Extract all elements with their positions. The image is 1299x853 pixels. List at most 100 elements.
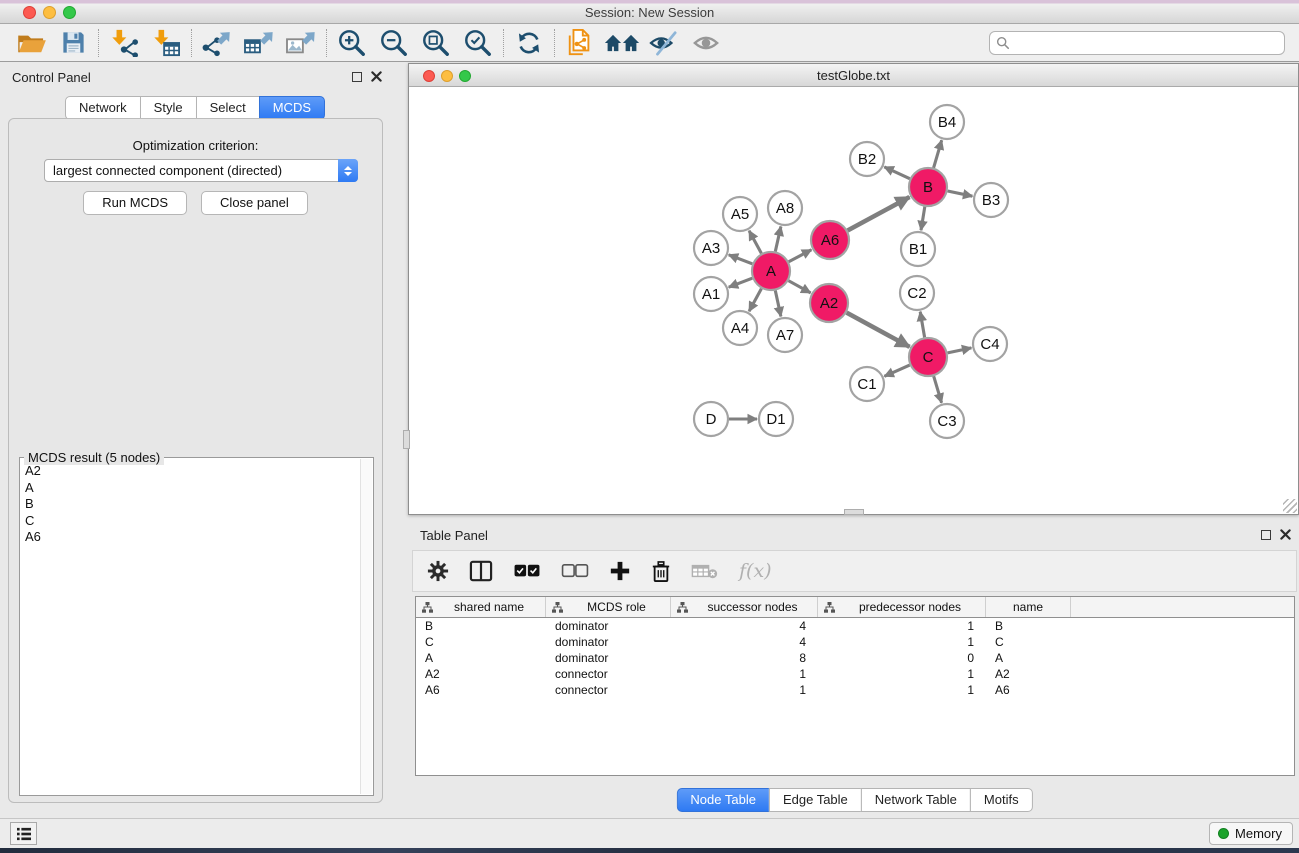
table-cell[interactable]: 1 <box>818 635 986 649</box>
table-cell[interactable]: 0 <box>818 651 986 665</box>
graph-edge-C-C1[interactable] <box>884 365 909 376</box>
zoom-out-button[interactable] <box>373 26 415 60</box>
tab-node-table[interactable]: Node Table <box>676 788 770 812</box>
table-cell[interactable]: A <box>416 651 546 665</box>
unselect-all-columns-button[interactable] <box>561 563 589 579</box>
table-cell[interactable]: 1 <box>818 683 986 697</box>
search-input[interactable] <box>1014 36 1278 50</box>
tab-network[interactable]: Network <box>65 96 141 120</box>
table-cell[interactable]: A2 <box>416 667 546 681</box>
close-table-panel-icon[interactable] <box>1280 529 1291 540</box>
show-all-button[interactable] <box>685 26 727 60</box>
graph-node-C3[interactable]: C3 <box>930 404 964 438</box>
table-cell[interactable]: A <box>986 651 1071 665</box>
table-cell[interactable]: dominator <box>546 635 671 649</box>
tab-network-table[interactable]: Network Table <box>861 788 971 812</box>
mcds-result-item[interactable]: A6 <box>21 528 360 545</box>
graph-node-B2[interactable]: B2 <box>850 142 884 176</box>
mcds-result-item[interactable]: A2 <box>21 462 360 479</box>
graph-node-A1[interactable]: A1 <box>694 277 728 311</box>
graph-edge-A-A7[interactable] <box>775 291 781 317</box>
zoom-in-button[interactable] <box>331 26 373 60</box>
column-header-name[interactable]: name <box>986 597 1071 617</box>
function-builder-button[interactable]: f(x) <box>739 560 772 582</box>
import-table-button[interactable] <box>145 26 187 60</box>
graph-node-C[interactable]: C <box>909 338 947 376</box>
column-header-successor-nodes[interactable]: successor nodes <box>671 597 818 617</box>
graph-edge-A-A1[interactable] <box>729 278 753 287</box>
graph-node-A[interactable]: A <box>752 252 790 290</box>
table-cell[interactable]: A2 <box>986 667 1071 681</box>
graph-node-A2[interactable]: A2 <box>810 284 848 322</box>
delete-column-button[interactable] <box>651 560 671 583</box>
graph-node-D[interactable]: D <box>694 402 728 436</box>
graph-node-C2[interactable]: C2 <box>900 276 934 310</box>
create-column-button[interactable] <box>609 560 631 582</box>
table-cell[interactable]: A6 <box>986 683 1071 697</box>
graph-node-C4[interactable]: C4 <box>973 327 1007 361</box>
tab-edge-table[interactable]: Edge Table <box>769 788 862 812</box>
graph-edge-A-A4[interactable] <box>749 289 761 312</box>
graph-edge-A-A3[interactable] <box>729 255 753 264</box>
task-history-button[interactable] <box>10 822 37 845</box>
graph-node-A4[interactable]: A4 <box>723 311 757 345</box>
graph-node-B3[interactable]: B3 <box>974 183 1008 217</box>
graph-edge-C-C2[interactable] <box>920 312 924 338</box>
import-network-button[interactable] <box>103 26 145 60</box>
export-image-button[interactable] <box>280 26 322 60</box>
tab-motifs[interactable]: Motifs <box>970 788 1033 812</box>
memory-button[interactable]: Memory <box>1209 822 1293 845</box>
table-cell[interactable]: 4 <box>671 635 818 649</box>
resize-grip-icon[interactable] <box>1283 499 1297 513</box>
table-cell[interactable]: B <box>986 619 1071 633</box>
table-cell[interactable]: 1 <box>671 683 818 697</box>
graph-node-A5[interactable]: A5 <box>723 197 757 231</box>
graph-edge-A-A5[interactable] <box>749 231 761 254</box>
graph-edge-A-A2[interactable] <box>789 281 811 293</box>
table-cell[interactable]: 1 <box>818 667 986 681</box>
hide-selected-button[interactable] <box>643 26 685 60</box>
first-neighbors-button[interactable] <box>601 26 643 60</box>
column-header-predecessor-nodes[interactable]: predecessor nodes <box>818 597 986 617</box>
mcds-result-item[interactable]: B <box>21 495 360 512</box>
tab-mcds[interactable]: MCDS <box>259 96 325 120</box>
table-cell[interactable]: B <box>416 619 546 633</box>
zoom-fit-button[interactable] <box>415 26 457 60</box>
graph-edge-B-B4[interactable] <box>934 140 942 168</box>
table-cell[interactable]: 1 <box>818 619 986 633</box>
table-cell[interactable]: connector <box>546 683 671 697</box>
network-canvas[interactable]: B4B2BB3A8A5A6A3B1AC2A1A2A4A7C4CC1DD1C3 <box>410 87 1297 514</box>
mcds-result-item[interactable]: A <box>21 479 360 496</box>
table-cell[interactable]: 8 <box>671 651 818 665</box>
table-settings-button[interactable] <box>427 560 449 582</box>
graph-edge-A-A6[interactable] <box>789 250 812 262</box>
table-row[interactable]: Cdominator41C <box>416 634 1294 650</box>
run-mcds-button[interactable]: Run MCDS <box>83 191 187 215</box>
left-splitter-handle[interactable] <box>403 430 410 449</box>
criterion-dropdown[interactable]: largest connected component (directed) <box>44 159 358 182</box>
graph-edge-A6-B[interactable] <box>848 197 910 231</box>
table-cell[interactable]: C <box>416 635 546 649</box>
graph-edge-B-B3[interactable] <box>948 191 973 196</box>
open-session-button[interactable] <box>10 26 52 60</box>
table-row[interactable]: Adominator80A <box>416 650 1294 666</box>
table-cell[interactable]: 1 <box>671 667 818 681</box>
table-cell[interactable]: dominator <box>546 619 671 633</box>
export-network-button[interactable] <box>196 26 238 60</box>
graph-node-B1[interactable]: B1 <box>901 232 935 266</box>
new-network-from-selection-button[interactable] <box>559 26 601 60</box>
graph-node-D1[interactable]: D1 <box>759 402 793 436</box>
table-row[interactable]: Bdominator41B <box>416 618 1294 634</box>
graph-edge-A-A8[interactable] <box>775 227 781 252</box>
refresh-button[interactable] <box>508 26 550 60</box>
graph-edge-C-C3[interactable] <box>934 376 942 403</box>
float-panel-icon[interactable] <box>352 72 362 82</box>
graph-edge-B-B1[interactable] <box>921 207 925 231</box>
graph-node-C1[interactable]: C1 <box>850 367 884 401</box>
zoom-selected-button[interactable] <box>457 26 499 60</box>
delete-table-button[interactable] <box>691 562 719 580</box>
column-header-shared-name[interactable]: shared name <box>416 597 546 617</box>
search-field[interactable] <box>989 31 1285 55</box>
save-session-button[interactable] <box>52 26 94 60</box>
graph-edge-B-B2[interactable] <box>884 167 910 179</box>
